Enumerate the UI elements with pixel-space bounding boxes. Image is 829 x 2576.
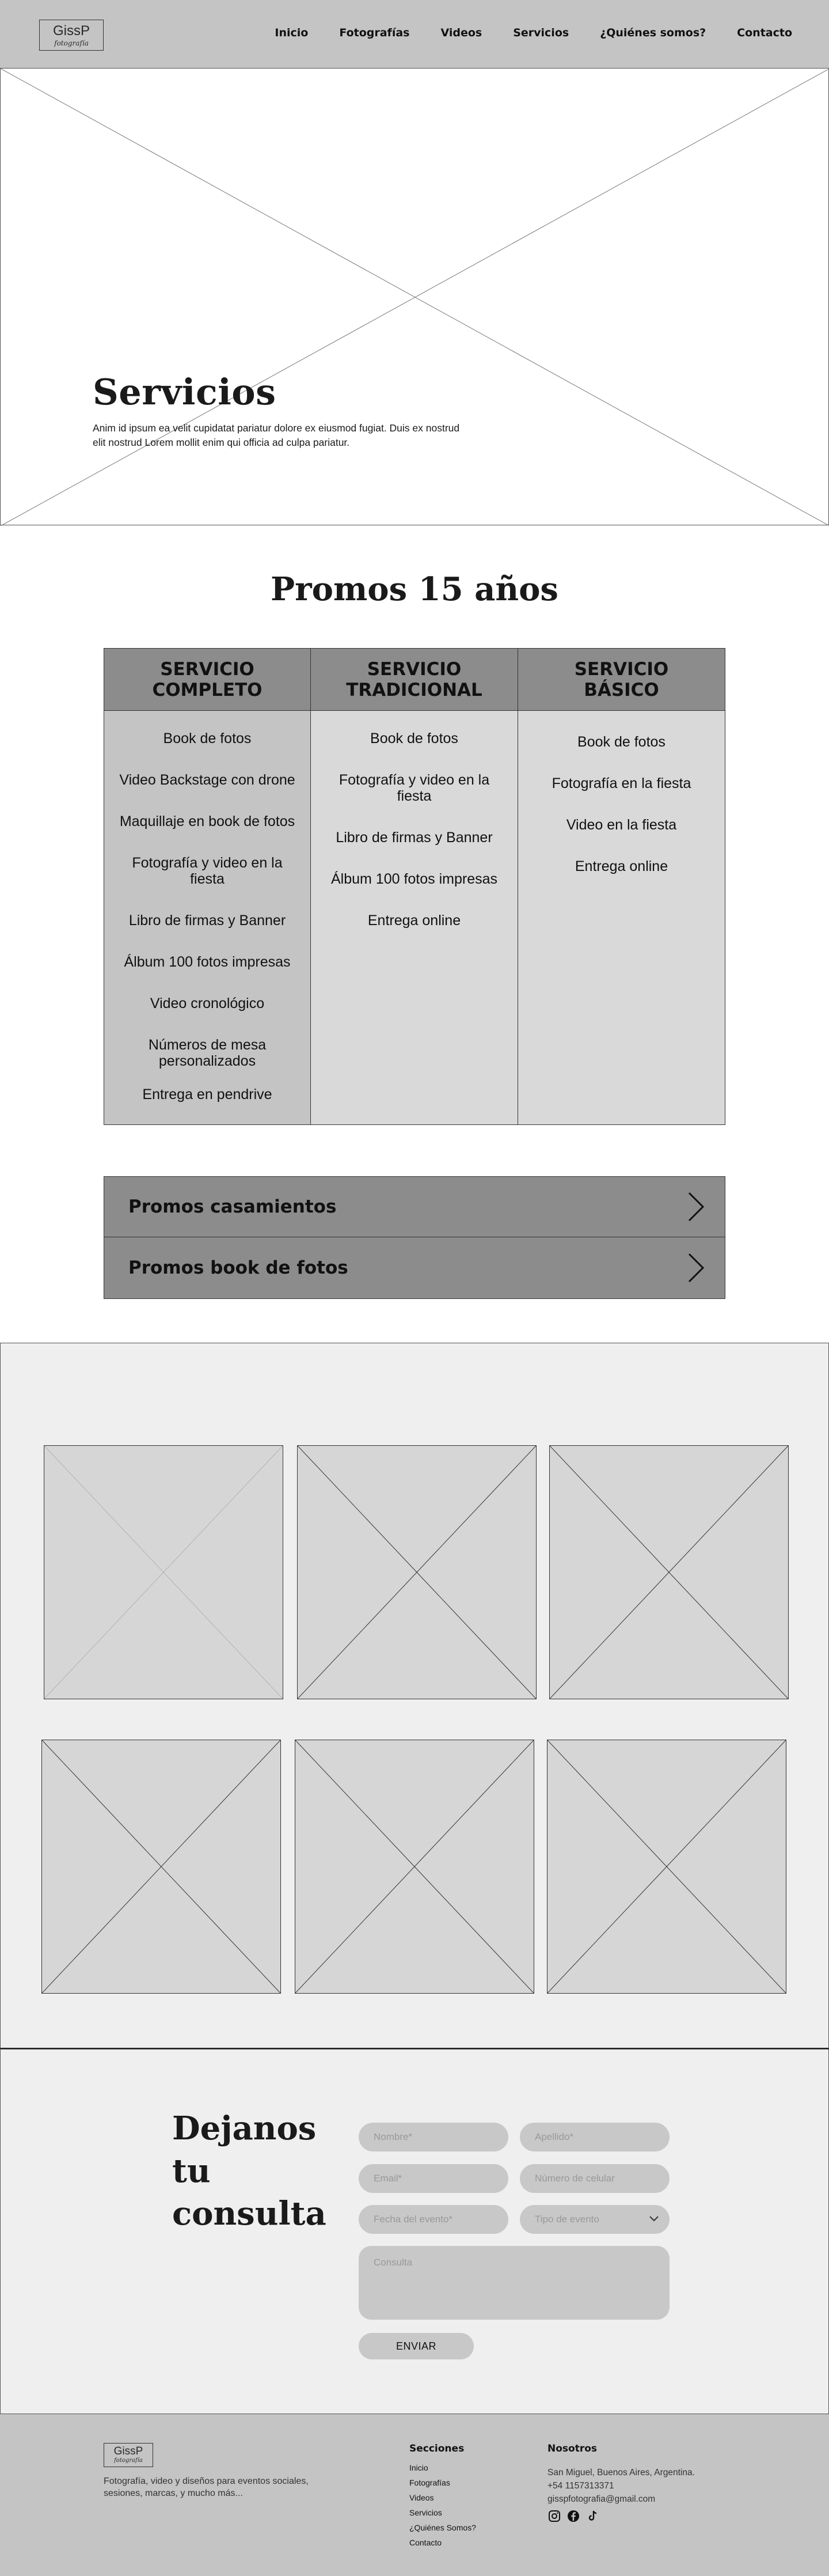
service-item: Entrega en pendrive: [142, 1086, 272, 1103]
gallery-photo[interactable]: [44, 1445, 283, 1699]
footer-sections-title: Secciones: [409, 2443, 465, 2454]
nav-links: Inicio Fotografías Videos Servicios ¿Qui…: [244, 26, 792, 39]
service-item: Book de fotos: [163, 730, 252, 747]
nav-link-fotografias[interactable]: Fotografías: [339, 26, 409, 39]
service-item: Video Backstage con drone: [119, 772, 295, 788]
service-header: SERVICIO COMPLETO: [104, 649, 310, 711]
hero-banner: Servicios Anim id ipsum ea velit cupidat…: [0, 68, 829, 526]
service-item: Fotografía y video en la fiesta: [339, 772, 490, 804]
celular-input[interactable]: Número de celular: [520, 2164, 670, 2193]
hero-image-placeholder: [1, 69, 829, 526]
service-item: Álbum 100 fotos impresas: [330, 871, 498, 887]
social-links: [547, 2509, 599, 2523]
footer-logo-subtitle: fotografía: [114, 2457, 143, 2464]
footer: GissP fotografía Fotografía, video y dis…: [0, 2414, 829, 2576]
footer-contact-info: San Miguel, Buenos Aires, Argentina. +54…: [547, 2466, 695, 2506]
top-navbar: GissP fotografía Inicio Fotografías Vide…: [0, 0, 829, 68]
accordion-promos-casamientos[interactable]: Promos casamientos: [104, 1176, 725, 1237]
hero-text: Anim id ipsum ea velit cupidatat pariatu…: [93, 422, 460, 448]
footer-link-quienes-somos[interactable]: ¿Quiénes Somos?: [409, 2520, 476, 2535]
services-table: SERVICIO COMPLETO Book de fotos Video Ba…: [104, 648, 725, 1125]
service-item: Fotografía en la fiesta: [552, 775, 691, 791]
logo-subtitle: fotografía: [54, 39, 89, 47]
contact-title: Dejanos tu consulta: [172, 2109, 326, 2233]
footer-description: Fotografía, video y diseños para eventos…: [104, 2476, 309, 2498]
accordion-promos-book[interactable]: Promos book de fotos: [104, 1237, 725, 1299]
tipo-evento-placeholder: Tipo de evento: [535, 2214, 599, 2225]
gallery-photo[interactable]: [41, 1740, 281, 1994]
service-item: Números de mesa personalizados: [148, 1037, 267, 1069]
service-column-tradicional: SERVICIO TRADICIONAL Book de fotos Fotog…: [311, 648, 518, 1125]
footer-about-title: Nosotros: [547, 2443, 598, 2454]
footer-phone: +54 1157313371: [547, 2481, 614, 2491]
enviar-button[interactable]: ENVIAR: [359, 2333, 474, 2359]
service-item: Libro de firmas y Banner: [336, 829, 493, 846]
consulta-textarea[interactable]: Consulta: [359, 2246, 670, 2320]
service-item: Entrega online: [575, 858, 668, 874]
nav-link-servicios[interactable]: Servicios: [513, 26, 569, 39]
accordion-label: Promos casamientos: [128, 1196, 337, 1217]
footer-logo[interactable]: GissP fotografía: [104, 2443, 153, 2467]
footer-link-contacto[interactable]: Contacto: [409, 2535, 476, 2550]
nav-link-contacto[interactable]: Contacto: [737, 26, 792, 39]
nav-link-quienes-somos[interactable]: ¿Quiénes somos?: [600, 26, 706, 39]
footer-address: San Miguel, Buenos Aires, Argentina.: [547, 2468, 695, 2477]
nav-link-inicio[interactable]: Inicio: [275, 26, 308, 39]
gallery-photo[interactable]: [549, 1445, 789, 1699]
promos-15-title: Promos 15 años: [271, 570, 558, 608]
logo-name: GissP: [52, 23, 90, 39]
logo[interactable]: GissP fotografía: [39, 20, 104, 51]
service-column-basico: SERVICIO BÁSICO Book de fotos Fotografía…: [518, 648, 725, 1125]
service-item: Entrega online: [367, 912, 461, 929]
hero-title: Servicios: [93, 371, 276, 413]
fecha-evento-input[interactable]: Fecha del evento*: [359, 2205, 508, 2234]
tipo-evento-select[interactable]: Tipo de evento: [520, 2205, 670, 2234]
email-input[interactable]: Email*: [359, 2164, 508, 2193]
service-item: Libro de firmas y Banner: [128, 912, 286, 929]
contact-section: Dejanos tu consulta Nombre* Apellido* Em…: [0, 2049, 829, 2414]
footer-link-inicio[interactable]: Inicio: [409, 2460, 476, 2475]
service-header: SERVICIO BÁSICO: [518, 649, 725, 711]
service-item: Fotografía y video en la fiesta: [132, 855, 283, 887]
promo-accordions: Promos casamientos Promos book de fotos: [104, 1176, 725, 1299]
facebook-icon[interactable]: [566, 2509, 580, 2523]
service-column-completo: SERVICIO COMPLETO Book de fotos Video Ba…: [104, 648, 311, 1125]
service-item: Book de fotos: [577, 734, 666, 750]
accordion-label: Promos book de fotos: [128, 1257, 348, 1278]
gallery-photo[interactable]: [295, 1740, 534, 1994]
service-item: Video cronológico: [150, 995, 265, 1012]
chevron-right-icon: [688, 1192, 705, 1222]
footer-logo-name: GissP: [113, 2445, 143, 2457]
footer-link-videos[interactable]: Videos: [409, 2490, 476, 2505]
footer-link-fotografias[interactable]: Fotografías: [409, 2475, 476, 2490]
service-item: Maquillaje en book de fotos: [119, 813, 295, 829]
gallery-photo[interactable]: [547, 1740, 786, 1994]
apellido-input[interactable]: Apellido*: [520, 2123, 670, 2151]
gallery-photo[interactable]: [297, 1445, 537, 1699]
photo-gallery: [0, 1343, 829, 2049]
instagram-icon[interactable]: [547, 2509, 561, 2523]
chevron-down-icon: [649, 2216, 659, 2222]
footer-email[interactable]: gisspfotografia@gmail.com: [547, 2492, 695, 2506]
footer-link-servicios[interactable]: Servicios: [409, 2505, 476, 2520]
service-item: Álbum 100 fotos impresas: [124, 954, 291, 970]
chevron-right-icon: [688, 1253, 705, 1283]
tiktok-icon[interactable]: [585, 2509, 599, 2523]
service-item: Book de fotos: [370, 730, 458, 747]
service-item: Video en la fiesta: [566, 817, 677, 833]
nombre-input[interactable]: Nombre*: [359, 2123, 508, 2151]
service-header: SERVICIO TRADICIONAL: [311, 649, 518, 711]
nav-link-videos[interactable]: Videos: [440, 26, 482, 39]
footer-sections-list: Inicio Fotografías Videos Servicios ¿Qui…: [409, 2460, 476, 2550]
